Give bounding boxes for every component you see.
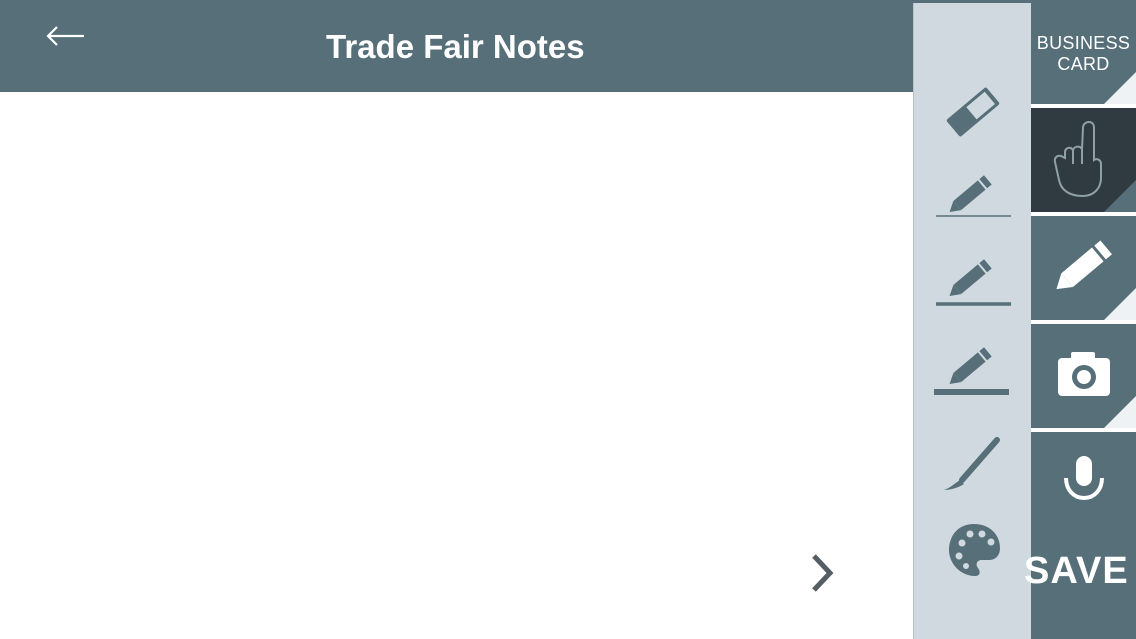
pen-thin-tool[interactable] — [914, 162, 1031, 242]
pen-medium-tool[interactable] — [914, 250, 1031, 330]
palette-tool[interactable] — [914, 510, 1031, 590]
palette-icon — [949, 524, 1000, 576]
eraser-icon — [946, 87, 1000, 137]
next-page-button[interactable] — [800, 548, 844, 598]
tool-panel-top-edge — [913, 0, 1031, 3]
save-label: SAVE — [1024, 550, 1129, 592]
page-title: Trade Fair Notes — [326, 28, 585, 65]
chevron-right-icon — [812, 554, 834, 592]
eraser-tool[interactable] — [914, 72, 1031, 152]
pencil-icon — [934, 347, 1009, 395]
arrow-left-icon — [46, 26, 84, 46]
drawing-canvas[interactable] — [0, 92, 914, 639]
pencil-mode-tab[interactable] — [1031, 216, 1136, 320]
pencil-icon — [936, 259, 1011, 306]
finger-mode-tab[interactable] — [1031, 108, 1136, 212]
microphone-tab[interactable] — [1031, 432, 1136, 502]
business-card-tab[interactable]: BUSINESS CARD — [1031, 0, 1136, 104]
brush-tool[interactable] — [914, 424, 1031, 504]
tool-panel — [913, 0, 1031, 639]
page-fold — [1104, 72, 1136, 104]
business-card-label-line1: BUSINESS — [1036, 33, 1131, 53]
pen-thick-tool[interactable] — [914, 338, 1031, 418]
page-fold — [1104, 396, 1136, 428]
back-button[interactable] — [38, 14, 94, 58]
app-header: Trade Fair Notes — [0, 0, 914, 92]
page-fold — [1104, 288, 1136, 320]
pencil-icon — [936, 175, 1011, 217]
screen: Trade Fair Notes BUSINESS CARD SAVE — [0, 0, 1136, 639]
page-fold — [1104, 180, 1136, 212]
microphone-icon — [1064, 456, 1104, 501]
camera-tab[interactable] — [1031, 324, 1136, 428]
brush-icon — [944, 437, 1000, 490]
